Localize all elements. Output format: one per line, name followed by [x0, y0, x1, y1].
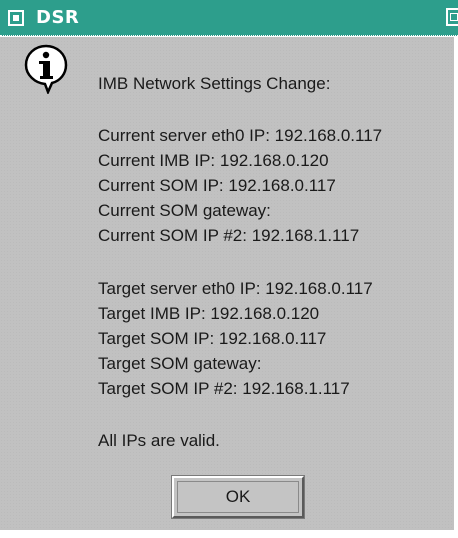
dialog-heading: IMB Network Settings Change:: [98, 74, 331, 93]
target-line: Target IMB IP: 192.168.0.120: [98, 304, 320, 323]
focus-ring: [177, 481, 299, 513]
target-line: Target SOM IP #2: 192.168.1.117: [98, 379, 350, 398]
target-line: Target server eth0 IP: 192.168.0.117: [98, 279, 373, 298]
window-menu-icon[interactable]: [8, 10, 24, 26]
window-title: DSR: [36, 7, 80, 28]
ok-button[interactable]: OK: [171, 475, 305, 519]
title-bar[interactable]: DSR: [0, 0, 458, 36]
current-line: Current server eth0 IP: 192.168.0.117: [98, 126, 383, 145]
current-line: Current SOM IP: 192.168.0.117: [98, 176, 336, 195]
target-line: Target SOM gateway:: [98, 354, 262, 373]
target-line: Target SOM IP: 192.168.0.117: [98, 329, 327, 348]
validation-status: All IPs are valid.: [98, 431, 220, 450]
dsr-dialog-window: DSR IMB Network Settings Change: Current…: [0, 0, 458, 538]
current-line: Current SOM IP #2: 192.168.1.117: [98, 226, 360, 245]
info-icon: [24, 44, 68, 94]
window-control-icon[interactable]: [446, 8, 458, 26]
current-line: Current SOM gateway:: [98, 201, 271, 220]
current-line: Current IMB IP: 192.168.0.120: [98, 151, 329, 170]
